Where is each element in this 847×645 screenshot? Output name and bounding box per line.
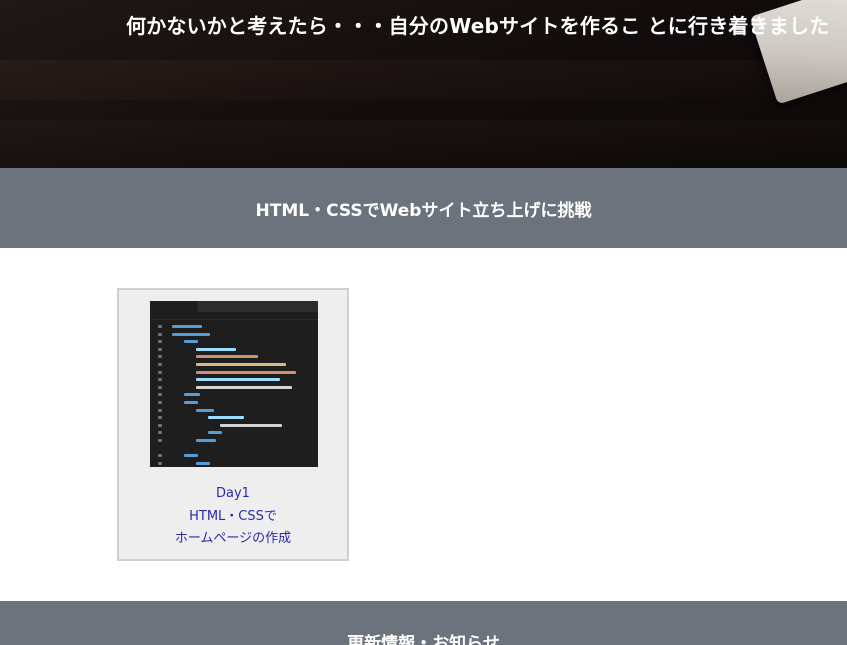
line-number <box>158 347 162 351</box>
code-line <box>196 408 214 412</box>
code-line <box>184 454 198 458</box>
code-line <box>196 370 296 374</box>
code-line <box>196 363 286 366</box>
line-number <box>158 416 162 420</box>
code-line <box>196 378 280 382</box>
hero-background-wood-lower <box>0 120 847 168</box>
line-number <box>158 363 162 366</box>
line-number <box>158 385 162 389</box>
card-caption-day[interactable]: Day1 <box>119 483 347 506</box>
code-line <box>196 355 258 359</box>
code-line <box>172 325 202 328</box>
section-header-challenge: HTML・CSSでWebサイト立ち上げに挑戦 <box>0 168 847 248</box>
code-line <box>184 340 198 344</box>
hero-title: 何かないかと考えたら・・・自分のWebサイトを作るこ とに行き着きました <box>126 14 830 38</box>
line-number <box>158 454 162 458</box>
code-line <box>196 439 216 442</box>
code-line <box>220 423 282 427</box>
code-line <box>172 332 210 336</box>
code-line <box>208 416 244 420</box>
hero-banner: 何かないかと考えたら・・・自分のWebサイトを作るこ とに行き着きました <box>0 0 847 168</box>
line-number <box>158 332 162 336</box>
code-line <box>208 431 222 435</box>
line-number <box>158 370 162 374</box>
hero-background-wood <box>0 60 847 100</box>
section-title: HTML・CSSでWebサイト立ち上げに挑戦 <box>255 200 592 221</box>
line-number <box>158 378 162 382</box>
card-caption-title[interactable]: ホームページの作成 <box>119 528 347 551</box>
editor-breadcrumb <box>150 312 318 320</box>
code-line <box>196 385 292 389</box>
code-line <box>184 393 200 397</box>
section-header-news: 更新情報・お知らせ <box>0 601 847 645</box>
line-number <box>158 325 162 328</box>
line-number <box>158 439 162 442</box>
section-title-news: 更新情報・お知らせ <box>347 634 500 645</box>
article-card-day1[interactable]: Day1 HTML・CSSで ホームページの作成 <box>117 288 349 561</box>
line-number <box>158 401 162 404</box>
line-number <box>158 340 162 344</box>
editor-tabs <box>150 301 318 312</box>
line-number <box>158 461 162 465</box>
code-line <box>196 347 236 351</box>
code-editor-thumbnail <box>150 301 318 467</box>
card-caption-topic[interactable]: HTML・CSSで <box>119 506 347 529</box>
line-number <box>158 408 162 412</box>
code-line <box>184 401 198 404</box>
line-number <box>158 423 162 427</box>
code-line <box>196 461 210 465</box>
card-caption[interactable]: Day1 HTML・CSSで ホームページの作成 <box>119 483 347 551</box>
